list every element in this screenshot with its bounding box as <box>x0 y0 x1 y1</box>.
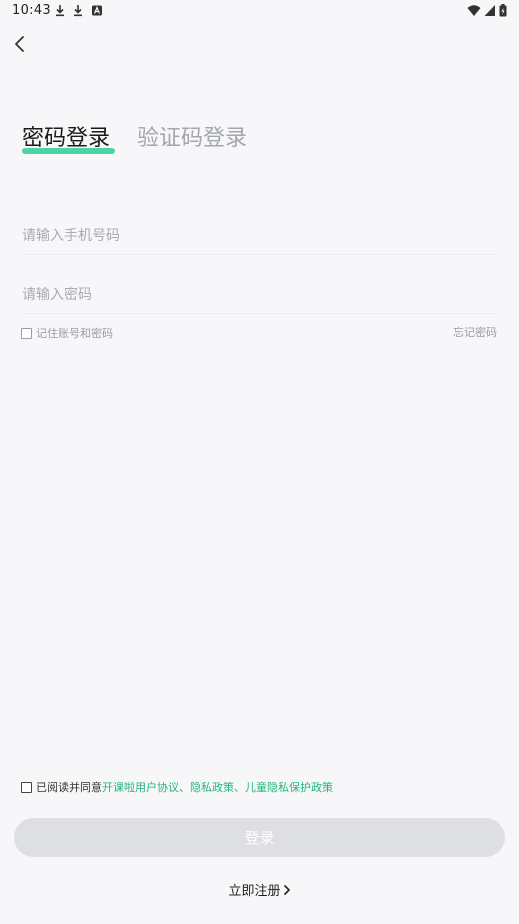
back-button[interactable] <box>8 32 32 56</box>
remember-label: 记住账号和密码 <box>36 327 113 340</box>
a-letter-icon <box>92 5 102 16</box>
tab-code-login[interactable]: 验证码登录 <box>137 122 247 156</box>
agreement-separator: 、 <box>234 781 245 794</box>
remember-row: 记住账号和密码 <box>21 325 113 341</box>
forgot-password-link[interactable]: 忘记密码 <box>453 325 497 341</box>
tab-password-login[interactable]: 密码登录 <box>22 122 110 156</box>
agreement-separator: 、 <box>179 781 190 794</box>
register-link[interactable]: 立即注册 <box>0 880 519 899</box>
login-button[interactable]: 登录 <box>14 818 505 857</box>
agreement-prefix: 已阅读并同意 <box>36 781 102 794</box>
chevron-left-icon <box>15 36 24 52</box>
password-input[interactable] <box>22 277 496 314</box>
agreement-checkbox[interactable] <box>21 781 32 793</box>
register-label: 立即注册 <box>228 884 281 899</box>
status-time: 10:43 <box>12 3 51 18</box>
signal-icon <box>484 5 495 16</box>
wifi-icon <box>467 5 481 16</box>
download-icon <box>56 5 64 17</box>
chevron-right-icon <box>283 885 290 895</box>
battery-icon <box>499 4 507 17</box>
phone-input[interactable] <box>22 218 496 255</box>
agreement-row: 已阅读并同意 开课啦用户协议、隐私政策、儿童隐私保护政策 <box>21 779 333 795</box>
child-privacy-policy-link[interactable]: 儿童隐私保护政策 <box>245 779 333 795</box>
remember-checkbox[interactable] <box>21 327 32 339</box>
status-bar: 10:43 <box>0 0 519 22</box>
privacy-policy-link[interactable]: 隐私政策 <box>190 779 234 795</box>
download-icon <box>74 5 82 17</box>
user-agreement-link[interactable]: 开课啦用户协议 <box>102 779 179 795</box>
